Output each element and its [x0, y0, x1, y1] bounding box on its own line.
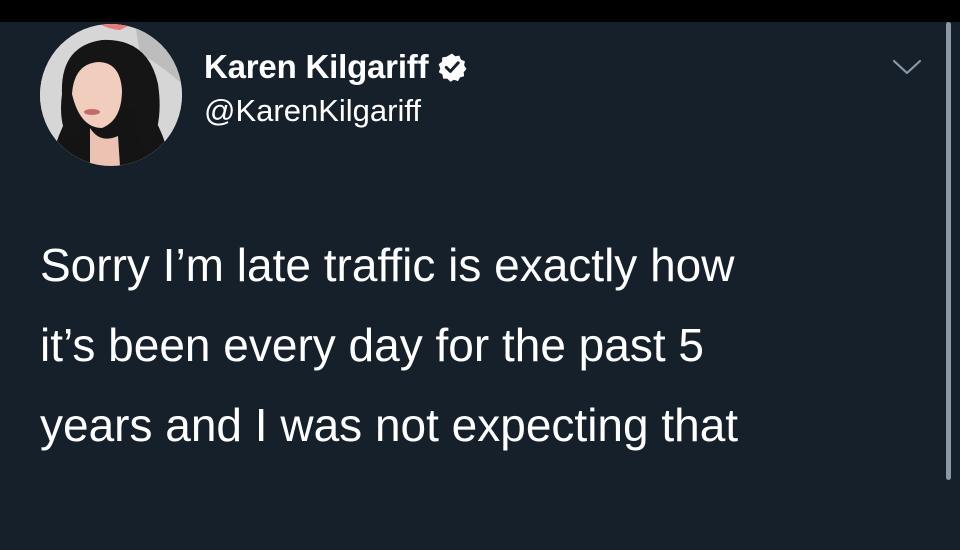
tweet-text-line: years and I was not expecting that — [40, 399, 739, 451]
author-name-row: Karen Kilgariff — [204, 42, 467, 92]
avatar[interactable] — [40, 24, 182, 166]
author-handle[interactable]: @KarenKilgariff — [204, 93, 421, 129]
scrollbar[interactable] — [946, 22, 951, 480]
avatar-image — [40, 24, 182, 166]
chevron-down-icon[interactable] — [890, 56, 924, 78]
author-display-name[interactable]: Karen Kilgariff — [204, 48, 429, 86]
tweet-text-line: Sorry I’m late traffic is exactly how — [40, 239, 735, 291]
verified-badge-icon — [438, 53, 467, 82]
tweet-text-line: it’s been every day for the past 5 — [40, 319, 704, 371]
top-bar — [0, 0, 960, 22]
tweet-text: Sorry I’m late traffic is exactly how it… — [40, 225, 920, 465]
